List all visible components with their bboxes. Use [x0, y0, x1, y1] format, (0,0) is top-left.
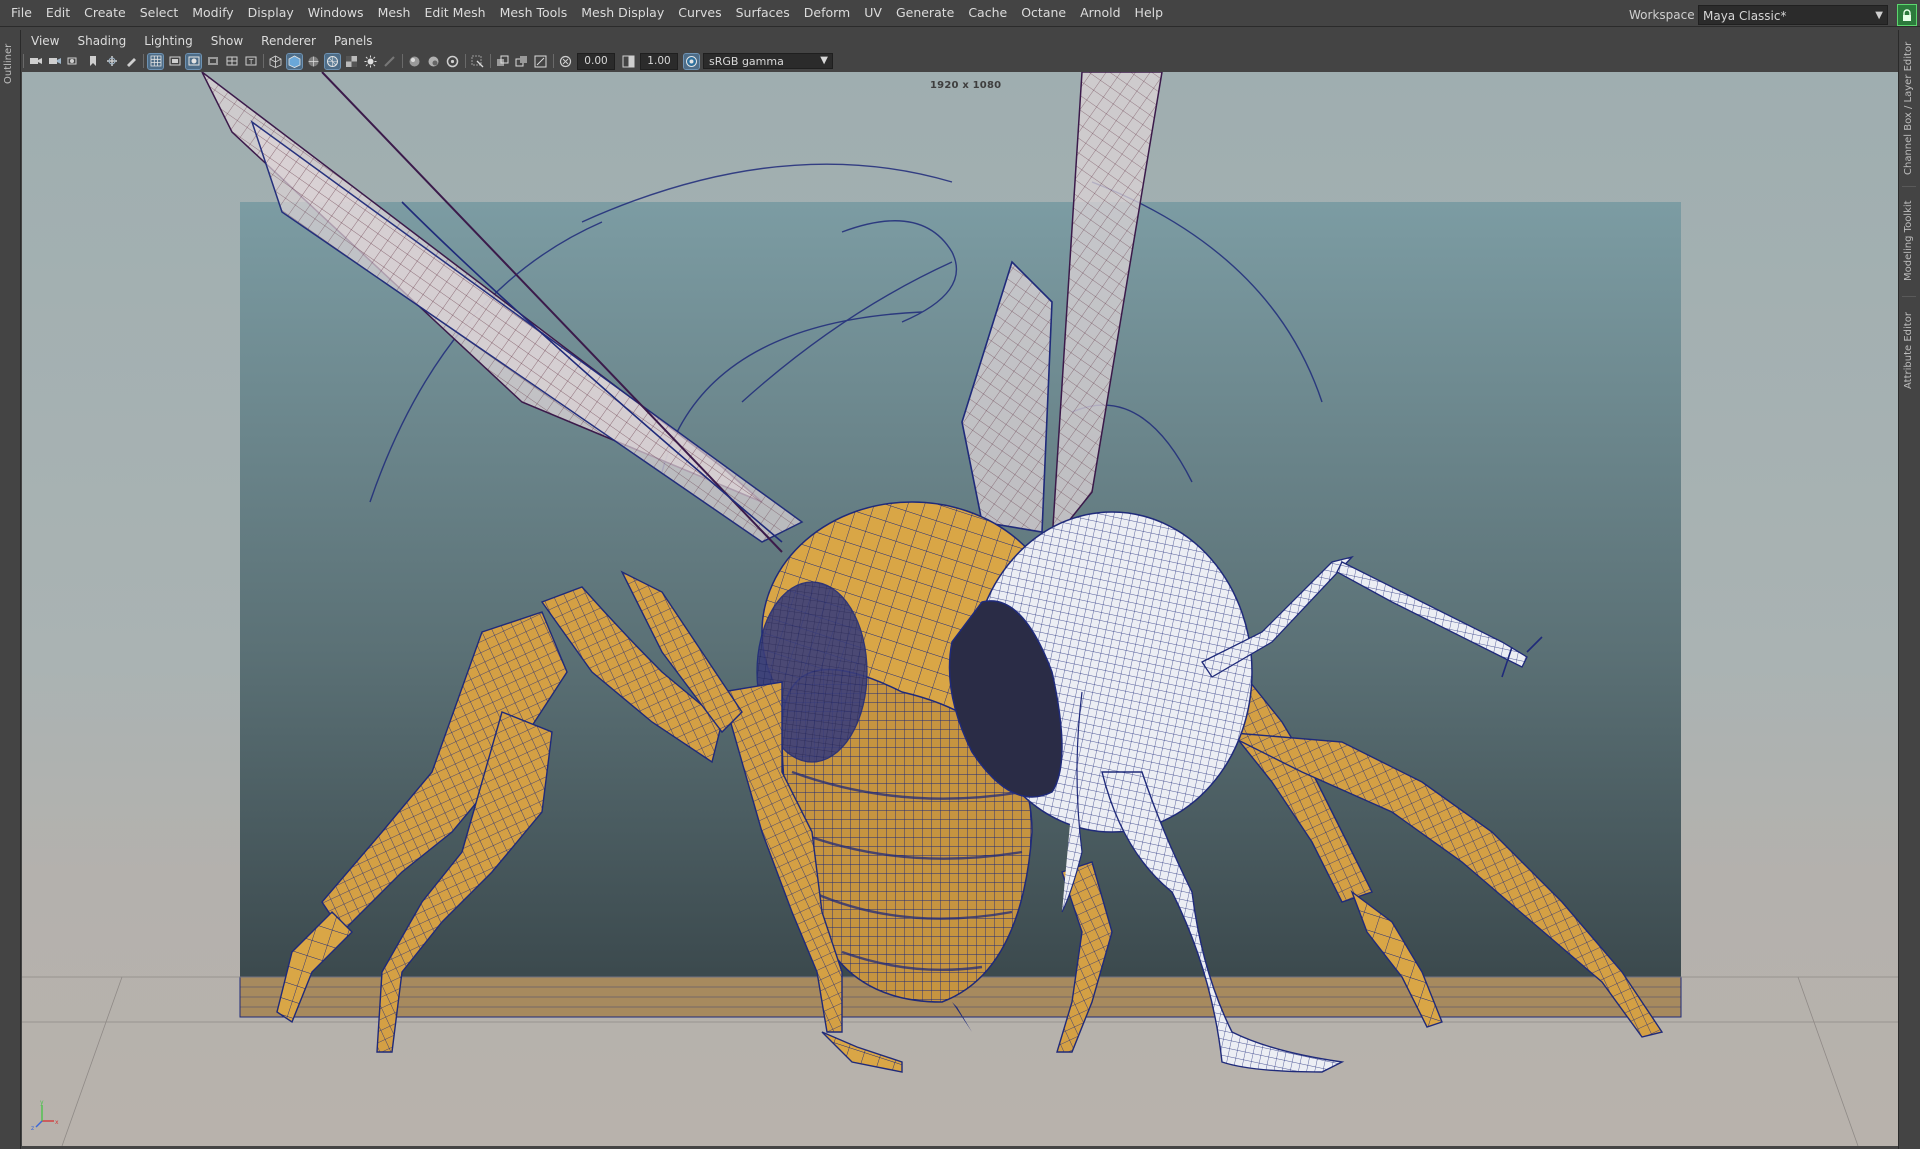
viewport-scene: [22, 72, 1898, 1146]
panel-menu-lighting[interactable]: Lighting: [135, 31, 202, 51]
anti-aliasing-icon[interactable]: [426, 54, 441, 69]
right-tab-divider: [1902, 186, 1916, 187]
exposure-icon[interactable]: [558, 54, 573, 69]
tab-modeling-toolkit[interactable]: Modeling Toolkit: [1900, 195, 1918, 287]
ambient-occlusion-icon[interactable]: [407, 54, 422, 69]
color-management-icon[interactable]: [683, 52, 700, 70]
menu-surfaces[interactable]: Surfaces: [729, 0, 797, 26]
tab-attribute-editor[interactable]: Attribute Editor: [1900, 305, 1918, 397]
camera-bookmark-icon[interactable]: [66, 54, 81, 69]
safe-action-icon[interactable]: T: [243, 54, 258, 69]
view-axis-gizmo: x y z: [31, 1099, 59, 1131]
panel-menu-show[interactable]: Show: [202, 31, 252, 51]
shadows-icon[interactable]: [382, 54, 397, 69]
toolbar-separator: [23, 54, 24, 68]
panel-menubar: View Shading Lighting Show Renderer Pane…: [22, 31, 382, 51]
menu-octane[interactable]: Octane: [1014, 0, 1073, 26]
menu-mesh-tools[interactable]: Mesh Tools: [493, 0, 575, 26]
outliner-tab[interactable]: Outliner: [0, 38, 18, 90]
menu-generate[interactable]: Generate: [889, 0, 961, 26]
textured-icon[interactable]: [344, 54, 359, 69]
menu-cache[interactable]: Cache: [961, 0, 1014, 26]
lights-icon[interactable]: [363, 54, 378, 69]
gamma-field[interactable]: 1.00: [640, 52, 678, 70]
panel-menu-shading[interactable]: Shading: [68, 31, 135, 51]
workspace-dropdown[interactable]: Maya Classic* ▼: [1698, 5, 1888, 25]
panel-menu-renderer[interactable]: Renderer: [252, 31, 325, 51]
menu-file[interactable]: File: [4, 0, 39, 26]
menu-arnold[interactable]: Arnold: [1073, 0, 1127, 26]
panel-menu-view[interactable]: View: [22, 31, 68, 51]
colorspace-dropdown[interactable]: sRGB gamma ▼: [703, 53, 833, 69]
camera-select-icon[interactable]: [28, 54, 43, 69]
main-menu: File Edit Create Select Modify Display W…: [4, 0, 1170, 26]
toolbar-separator: [465, 54, 466, 68]
workspace-value: Maya Classic*: [1703, 9, 1787, 23]
menu-curves[interactable]: Curves: [671, 0, 728, 26]
two-d-pan-zoom-icon[interactable]: [104, 54, 119, 69]
use-default-material-icon[interactable]: [324, 52, 341, 70]
depth-of-field-icon[interactable]: [445, 54, 460, 69]
chevron-down-icon: ▼: [1875, 10, 1883, 21]
menu-deform[interactable]: Deform: [797, 0, 857, 26]
resolution-gate-icon[interactable]: [185, 52, 202, 70]
menu-select[interactable]: Select: [133, 0, 186, 26]
left-dock-rail: [0, 30, 21, 1149]
isolate-select-icon[interactable]: [470, 54, 485, 69]
toolbar-separator: [143, 54, 144, 68]
svg-text:y: y: [40, 1099, 44, 1106]
viewport-3d[interactable]: 1920 x 1080 x y z: [22, 72, 1898, 1146]
xray-joints-icon[interactable]: [514, 54, 529, 69]
toolbar-separator: [490, 54, 491, 68]
wireframe-icon[interactable]: [268, 54, 283, 69]
gate-mask-icon[interactable]: [205, 54, 220, 69]
menu-create[interactable]: Create: [77, 0, 133, 26]
grid-icon[interactable]: [147, 52, 164, 70]
toolbar-separator: [553, 54, 554, 68]
image-plane-icon[interactable]: [85, 54, 100, 69]
right-tab-divider: [1902, 296, 1916, 297]
xray-active-icon[interactable]: [533, 54, 548, 69]
resolution-gate-label: 1920 x 1080: [930, 80, 1002, 91]
svg-text:T: T: [248, 58, 254, 66]
menu-display[interactable]: Display: [241, 0, 301, 26]
colorspace-value: sRGB gamma: [709, 55, 784, 68]
menu-mesh[interactable]: Mesh: [371, 0, 418, 26]
gamma-icon[interactable]: [621, 54, 636, 69]
exposure-field[interactable]: 0.00: [577, 52, 615, 70]
toolbar-separator: [402, 54, 403, 68]
svg-text:z: z: [31, 1125, 34, 1131]
panel-menu-panels[interactable]: Panels: [325, 31, 382, 51]
panel-toolbar: T 0.00 1.00 sRGB gamma ▼: [22, 51, 1898, 71]
menu-edit[interactable]: Edit: [39, 0, 77, 26]
toolbar-separator: [263, 54, 264, 68]
menu-help[interactable]: Help: [1128, 0, 1171, 26]
menu-modify[interactable]: Modify: [185, 0, 240, 26]
xray-icon[interactable]: [495, 54, 510, 69]
wireframe-on-shaded-icon[interactable]: [306, 54, 321, 69]
menu-windows[interactable]: Windows: [301, 0, 371, 26]
svg-text:x: x: [55, 1119, 59, 1126]
menu-edit-mesh[interactable]: Edit Mesh: [417, 0, 492, 26]
grease-pencil-icon[interactable]: [123, 54, 138, 69]
film-gate-icon[interactable]: [167, 54, 182, 69]
tab-channel-box-layer-editor[interactable]: Channel Box / Layer Editor: [1900, 38, 1918, 178]
camera-attributes-icon[interactable]: [47, 54, 62, 69]
workspace-label: Workspace :: [1629, 8, 1703, 22]
main-menubar: File Edit Create Select Modify Display W…: [0, 0, 1920, 27]
lock-icon[interactable]: [1897, 4, 1917, 26]
smooth-shade-icon[interactable]: [286, 52, 303, 70]
chevron-down-icon: ▼: [820, 55, 828, 66]
field-chart-icon[interactable]: [224, 54, 239, 69]
menu-uv[interactable]: UV: [857, 0, 889, 26]
menu-mesh-display[interactable]: Mesh Display: [574, 0, 671, 26]
